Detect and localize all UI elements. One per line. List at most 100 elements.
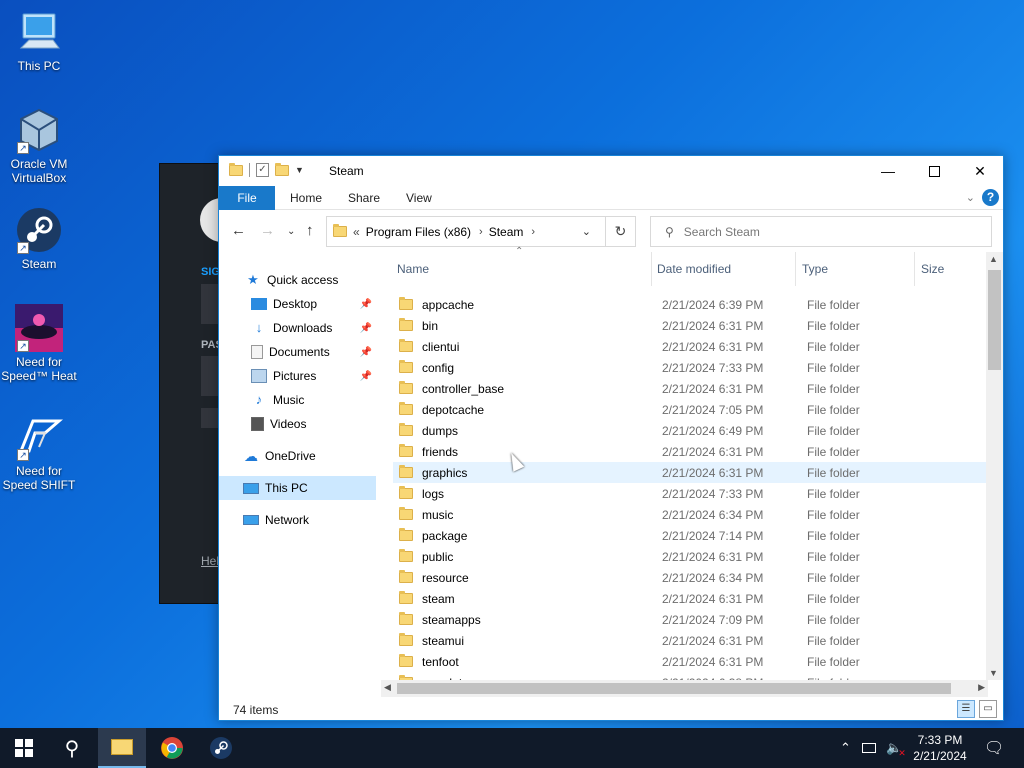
- tab-share[interactable]: Share: [348, 186, 380, 210]
- help-button[interactable]: ?: [982, 189, 999, 206]
- pin-icon[interactable]: 📌: [360, 299, 372, 310]
- nav-downloads[interactable]: ↓ Downloads 📌: [219, 316, 376, 340]
- search-button[interactable]: ⚲: [48, 728, 96, 768]
- expand-ribbon-chevron-icon[interactable]: ⌄: [966, 191, 975, 204]
- refresh-button[interactable]: ↻: [605, 217, 635, 246]
- desktop-icon-steam[interactable]: ↗ Steam: [0, 206, 78, 271]
- file-type: File folder: [807, 549, 860, 564]
- file-explorer-window[interactable]: ✓ ▼ Steam — ✕ File Home Share View ⌄ ? ←…: [218, 155, 1004, 721]
- show-hidden-icons-button[interactable]: ⌃: [840, 728, 851, 768]
- taskbar-clock[interactable]: 7:33 PM 2/21/2024: [905, 732, 975, 764]
- file-row[interactable]: depotcache 2/21/2024 7:05 PM File folder: [393, 399, 987, 420]
- tab-view[interactable]: View: [406, 186, 432, 210]
- music-note-icon: ♪: [255, 392, 263, 407]
- folder-icon: [399, 360, 413, 373]
- new-folder-icon[interactable]: [275, 162, 289, 176]
- file-row[interactable]: music 2/21/2024 6:34 PM File folder: [393, 504, 987, 525]
- file-row[interactable]: public 2/21/2024 6:31 PM File folder: [393, 546, 987, 567]
- horizontal-scrollbar[interactable]: ◀ ▶: [381, 680, 988, 697]
- scroll-right-icon[interactable]: ▶: [978, 682, 985, 693]
- file-row[interactable]: graphics 2/21/2024 6:31 PM File folder: [393, 462, 987, 483]
- file-row[interactable]: controller_base 2/21/2024 6:31 PM File fol…: [393, 378, 987, 399]
- taskbar-chrome[interactable]: [148, 728, 196, 768]
- file-row[interactable]: clientui 2/21/2024 6:31 PM File folder: [393, 336, 987, 357]
- file-row[interactable]: steam 2/21/2024 6:31 PM File folder: [393, 588, 987, 609]
- recent-locations-chevron-icon[interactable]: ⌄: [287, 226, 295, 237]
- nav-onedrive[interactable]: ☁ OneDrive: [219, 444, 376, 468]
- breadcrumb-program-files[interactable]: Program Files (x86): [366, 225, 471, 239]
- taskbar-file-explorer[interactable]: [98, 728, 146, 768]
- column-header-date[interactable]: Date modified: [657, 252, 731, 286]
- scrollbar-thumb[interactable]: [397, 683, 951, 694]
- back-arrow-icon[interactable]: ←: [231, 222, 246, 239]
- search-box[interactable]: ⚲ Search Steam: [650, 216, 992, 247]
- nav-pictures[interactable]: Pictures 📌: [219, 364, 376, 388]
- column-header-size[interactable]: Size: [921, 252, 944, 286]
- forward-arrow-icon[interactable]: →: [260, 222, 275, 239]
- file-row[interactable]: friends 2/21/2024 6:31 PM File folder: [393, 441, 987, 462]
- scrollbar-thumb[interactable]: [988, 270, 1001, 370]
- desktop-icon-label: Need for Speed™ Heat: [1, 355, 77, 383]
- help-link[interactable]: Hel: [201, 554, 219, 568]
- file-date: 2/21/2024 6:49 PM: [662, 423, 764, 438]
- taskbar-steam[interactable]: [197, 728, 245, 768]
- column-header-type[interactable]: Type: [802, 252, 828, 286]
- column-divider[interactable]: [795, 252, 796, 286]
- pin-icon[interactable]: 📌: [360, 323, 372, 334]
- address-dropdown-icon[interactable]: ⌄: [582, 225, 591, 238]
- column-divider[interactable]: [651, 252, 652, 286]
- file-row[interactable]: appcache 2/21/2024 6:39 PM File folder: [393, 294, 987, 315]
- scroll-down-icon[interactable]: ▼: [989, 668, 998, 678]
- scroll-left-icon[interactable]: ◀: [384, 682, 391, 693]
- volume-button[interactable]: 🔈 ✕: [886, 728, 906, 768]
- breadcrumb-separator-icon[interactable]: ›: [479, 226, 483, 238]
- file-row[interactable]: tenfoot 2/21/2024 6:31 PM File folder: [393, 651, 987, 672]
- breadcrumb-overflow[interactable]: «: [353, 225, 360, 239]
- network-status-button[interactable]: [862, 728, 876, 768]
- shortcut-arrow-icon: ↗: [17, 340, 29, 352]
- properties-icon[interactable]: ✓: [256, 163, 269, 177]
- file-row[interactable]: bin 2/21/2024 6:31 PM File folder: [393, 315, 987, 336]
- desktop-icon-nfs-shift[interactable]: ↗ Need for Speed SHIFT: [0, 413, 78, 492]
- nav-music[interactable]: ♪ Music: [219, 388, 376, 412]
- maximize-button[interactable]: [911, 156, 957, 186]
- file-name: graphics: [422, 465, 468, 480]
- nav-this-pc[interactable]: This PC: [219, 476, 376, 500]
- up-arrow-icon[interactable]: ↑: [306, 222, 314, 239]
- nav-network[interactable]: Network: [219, 508, 376, 532]
- large-icons-view-button[interactable]: ▭: [979, 700, 997, 718]
- breadcrumb-separator-icon[interactable]: ›: [531, 226, 535, 238]
- details-view-button[interactable]: ☰: [957, 700, 975, 718]
- nav-desktop[interactable]: Desktop 📌: [219, 292, 376, 316]
- close-button[interactable]: ✕: [957, 156, 1003, 186]
- file-row[interactable]: steamapps 2/21/2024 7:09 PM File folder: [393, 609, 987, 630]
- action-center-button[interactable]: 🗨: [984, 728, 1004, 768]
- file-row[interactable]: logs 2/21/2024 7:33 PM File folder: [393, 483, 987, 504]
- file-row[interactable]: steamui 2/21/2024 6:31 PM File folder: [393, 630, 987, 651]
- tab-file[interactable]: File: [219, 186, 275, 210]
- nav-quick-access[interactable]: ★ Quick access: [219, 268, 376, 292]
- minimize-button[interactable]: —: [865, 156, 911, 186]
- file-row[interactable]: dumps 2/21/2024 6:49 PM File folder: [393, 420, 987, 441]
- scroll-up-icon[interactable]: ▲: [989, 254, 998, 264]
- file-row[interactable]: resource 2/21/2024 6:34 PM File folder: [393, 567, 987, 588]
- desktop-icon-nfs-heat[interactable]: ↗ Need for Speed™ Heat: [0, 304, 78, 383]
- column-header-name[interactable]: Name: [397, 252, 429, 286]
- ribbon: File Home Share View ⌄ ?: [219, 186, 1003, 210]
- desktop-icon-virtualbox[interactable]: ↗ Oracle VM VirtualBox: [0, 106, 78, 185]
- pin-icon[interactable]: 📌: [360, 371, 372, 382]
- tab-home[interactable]: Home: [290, 186, 322, 210]
- nav-videos[interactable]: Videos: [219, 412, 376, 436]
- breadcrumb-steam[interactable]: Steam: [489, 225, 524, 239]
- address-bar[interactable]: « Program Files (x86) › Steam › ⌄ ↻: [326, 216, 636, 247]
- pin-icon[interactable]: 📌: [360, 347, 372, 358]
- title-bar[interactable]: ✓ ▼ Steam — ✕: [219, 156, 1003, 186]
- desktop-icon-this-pc[interactable]: This PC: [0, 8, 78, 73]
- vertical-scrollbar[interactable]: ▲ ▼: [986, 252, 1003, 680]
- nav-documents[interactable]: Documents 📌: [219, 340, 376, 364]
- customize-toolbar-chevron-icon[interactable]: ▼: [295, 165, 304, 175]
- column-divider[interactable]: [914, 252, 915, 286]
- start-button[interactable]: [0, 728, 48, 768]
- file-row[interactable]: package 2/21/2024 7:14 PM File folder: [393, 525, 987, 546]
- file-row[interactable]: config 2/21/2024 7:33 PM File folder: [393, 357, 987, 378]
